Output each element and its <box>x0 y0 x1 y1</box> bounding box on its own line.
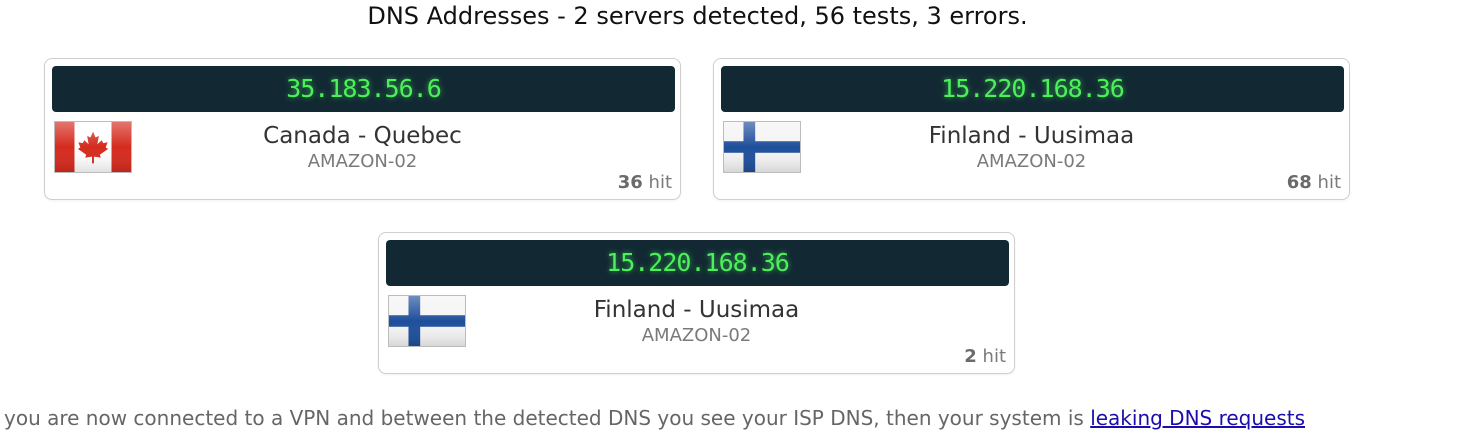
dns-server-card: 15.220.168.36 Finland - Uusimaa AMAZON-0… <box>378 232 1015 374</box>
dns-server-card: 15.220.168.36 Finland - Uusimaa AMAZON-0… <box>713 58 1350 200</box>
server-ip: 15.220.168.36 <box>721 66 1344 112</box>
server-isp: AMAZON-02 <box>641 325 752 346</box>
server-isp: AMAZON-02 <box>976 151 1087 172</box>
hit-number: 68 <box>1286 172 1312 193</box>
server-location: Finland - Uusimaa <box>593 297 800 323</box>
hit-count: 36 hit <box>618 171 672 195</box>
server-location: Canada - Quebec <box>263 123 462 149</box>
hit-number: 36 <box>617 172 643 193</box>
server-ip: 15.220.168.36 <box>386 240 1009 286</box>
server-isp: AMAZON-02 <box>307 151 418 172</box>
hit-label: hit <box>982 346 1006 367</box>
vpn-leak-text: you are now connected to a VPN and betwe… <box>4 406 1084 430</box>
page-title: DNS Addresses - 2 servers detected, 56 t… <box>367 2 1028 30</box>
hit-count: 2 hit <box>964 345 1006 369</box>
hit-label: hit <box>1317 172 1341 193</box>
hit-count: 68 hit <box>1287 171 1341 195</box>
hit-label: hit <box>648 172 672 193</box>
vpn-leak-note: you are now connected to a VPN and betwe… <box>4 404 1305 432</box>
leaking-dns-link[interactable]: leaking DNS requests <box>1090 406 1305 430</box>
dns-server-card: 35.183.56.6 Canada - Quebec AMAZON-02 36… <box>44 58 681 200</box>
hit-number: 2 <box>964 346 977 367</box>
server-location: Finland - Uusimaa <box>928 123 1135 149</box>
server-ip: 35.183.56.6 <box>52 66 675 112</box>
